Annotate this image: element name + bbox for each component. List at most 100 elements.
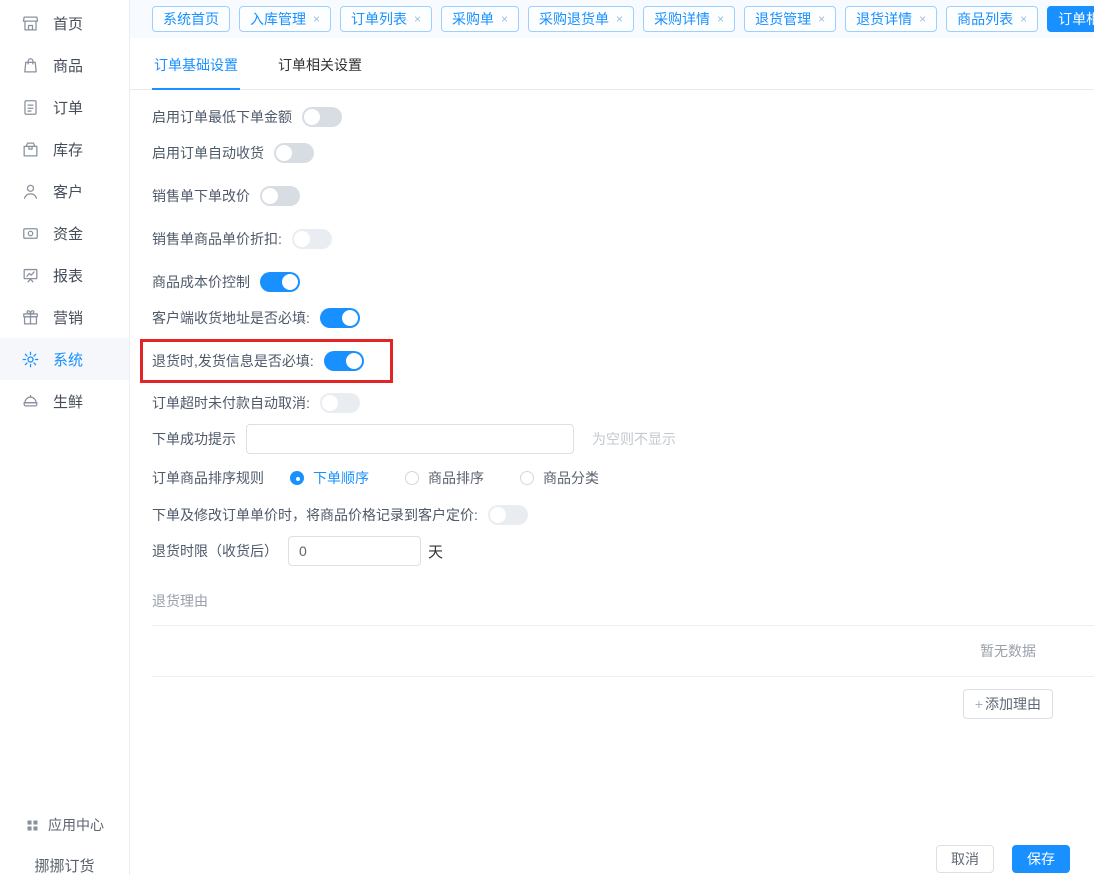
toggle-switch[interactable]: [292, 229, 332, 249]
add-reason-button[interactable]: + 添加理由: [963, 689, 1053, 719]
radio-option[interactable]: 商品分类: [520, 468, 599, 488]
sidebar-item-funds[interactable]: 资金: [0, 212, 129, 254]
setting-label: 退货时限（收货后）: [152, 541, 278, 561]
storefront-icon: [21, 14, 40, 33]
setting-label: 订单超时未付款自动取消:: [152, 393, 310, 413]
toggle-switch[interactable]: [488, 505, 528, 525]
top-tab[interactable]: 商品列表 ×: [946, 6, 1038, 32]
top-tab[interactable]: 系统首页: [152, 6, 230, 32]
close-icon[interactable]: ×: [717, 13, 724, 25]
sidebar-item-reports[interactable]: 报表: [0, 254, 129, 296]
top-tab-label: 订单列表: [351, 9, 407, 29]
top-tab[interactable]: 采购退货单 ×: [528, 6, 634, 32]
settings-form: 启用订单最低下单金额启用订单自动收货销售单下单改价销售单商品单价折扣:商品成本价…: [130, 90, 1094, 566]
return-reason-title: 退货理由: [152, 591, 1094, 611]
top-tab-label: 入库管理: [250, 9, 306, 29]
sub-tab[interactable]: 订单相关设置: [276, 55, 364, 90]
sub-tab[interactable]: 订单基础设置: [152, 55, 240, 90]
top-tab-label: 系统首页: [163, 9, 219, 29]
package-icon: [21, 140, 40, 159]
setting-label: 下单成功提示: [152, 429, 236, 449]
close-icon[interactable]: ×: [919, 13, 926, 25]
top-tab[interactable]: 订单列表 ×: [340, 6, 432, 32]
radio-option[interactable]: 商品排序: [405, 468, 484, 488]
sidebar-item-customers[interactable]: 客户: [0, 170, 129, 212]
radio-icon: [405, 471, 419, 485]
toggle-switch[interactable]: [320, 393, 360, 413]
form-actions: 取消 保存: [936, 845, 1070, 873]
main-panel: 订单基础设置 订单相关设置 启用订单最低下单金额启用订单自动收货销售单下单改价销售…: [130, 38, 1094, 875]
top-tab-label: 采购退货单: [539, 9, 609, 29]
top-tab[interactable]: 订单相关×: [1047, 6, 1094, 32]
setting-label: 订单商品排序规则: [152, 468, 264, 488]
sort-rule-row: 订单商品排序规则 下单顺序 商品排序 商品分类: [152, 468, 1094, 488]
toggle-switch[interactable]: [260, 272, 300, 292]
sidebar-item-fresh[interactable]: 生鲜: [0, 380, 129, 422]
top-tab-bar: 系统首页入库管理×订单列表×采购单×采购退货单×采购详情×退货管理×退货详情×商…: [130, 0, 1094, 38]
sidebar-item-label: 资金: [53, 223, 83, 244]
bag-icon: [21, 56, 40, 75]
close-icon[interactable]: ×: [501, 13, 508, 25]
unit-label: 天: [428, 541, 443, 562]
radio-label: 商品排序: [428, 468, 484, 488]
close-icon[interactable]: ×: [616, 13, 623, 25]
toggle-switch[interactable]: [274, 143, 314, 163]
record-customer-price-row: 下单及修改订单单价时，将商品价格记录到客户定价:: [152, 505, 1094, 525]
money-icon: [21, 224, 40, 243]
top-tab[interactable]: 退货详情 ×: [845, 6, 937, 32]
setting-toggle-row: 退货时,发货信息是否必填:: [152, 351, 364, 371]
return-reason-table: 暂无数据: [152, 625, 1094, 677]
return-time-limit-input[interactable]: [288, 536, 421, 566]
sidebar-item-label: 库存: [53, 139, 83, 160]
toggle-switch[interactable]: [302, 107, 342, 127]
radio-label: 下单顺序: [313, 468, 369, 488]
top-tab[interactable]: 采购详情 ×: [643, 6, 735, 32]
setting-label: 销售单下单改价: [152, 186, 250, 206]
sidebar-item-orders[interactable]: 订单: [0, 86, 129, 128]
sidebar-item-system[interactable]: 系统: [0, 338, 129, 380]
top-tab-label: 采购详情: [654, 9, 710, 29]
gear-icon: [21, 350, 40, 369]
setting-label: 启用订单自动收货: [152, 143, 264, 163]
sidebar-item-label: 系统: [53, 349, 83, 370]
toggle-switch[interactable]: [260, 186, 300, 206]
highlight-red-box: 退货时,发货信息是否必填:: [140, 339, 393, 383]
setting-toggle-row: 启用订单最低下单金额: [152, 107, 1094, 127]
sidebar-nav: 首页商品订单库存客户资金报表营销系统生鲜: [0, 0, 129, 422]
report-chart-icon: [21, 266, 40, 285]
top-tab[interactable]: 入库管理 ×: [239, 6, 331, 32]
close-icon[interactable]: ×: [818, 13, 825, 25]
cancel-button[interactable]: 取消: [936, 845, 994, 873]
toggle-switch[interactable]: [324, 351, 364, 371]
top-tab[interactable]: 采购单×: [441, 6, 519, 32]
order-success-tip-input[interactable]: [246, 424, 574, 454]
sidebar-item-home[interactable]: 首页: [0, 2, 129, 44]
sidebar-item-inventory[interactable]: 库存: [0, 128, 129, 170]
app-center-button[interactable]: 应用中心: [0, 815, 129, 835]
app-grid-icon: [25, 818, 40, 833]
radio-option[interactable]: 下单顺序: [290, 468, 369, 488]
setting-toggle-row: 订单超时未付款自动取消:: [152, 393, 1094, 413]
sidebar-item-label: 商品: [53, 55, 83, 76]
sidebar-item-label: 营销: [53, 307, 83, 328]
top-tab[interactable]: 退货管理×: [744, 6, 836, 32]
radio-icon: [290, 471, 304, 485]
top-tab-label: 商品列表: [957, 9, 1013, 29]
sidebar-item-label: 报表: [53, 265, 83, 286]
app-center-label: 应用中心: [48, 815, 104, 835]
setting-toggle-row: 客户端收货地址是否必填:: [152, 308, 1094, 328]
return-reason-section: 退货理由 暂无数据 + 添加理由: [130, 591, 1094, 719]
return-time-limit-row: 退货时限（收货后） 天: [152, 536, 1094, 566]
gift-icon: [21, 308, 40, 327]
top-tab-label: 订单相关: [1058, 9, 1094, 29]
close-icon[interactable]: ×: [313, 13, 320, 25]
settings-tab-bar: 订单基础设置 订单相关设置: [130, 38, 1094, 90]
toggle-switch[interactable]: [320, 308, 360, 328]
close-icon[interactable]: ×: [414, 13, 421, 25]
save-button[interactable]: 保存: [1012, 845, 1070, 873]
top-tab-label: 退货详情: [856, 9, 912, 29]
brand-name: 挪挪订货: [0, 855, 129, 875]
sidebar-item-goods[interactable]: 商品: [0, 44, 129, 86]
close-icon[interactable]: ×: [1020, 13, 1027, 25]
sidebar-item-marketing[interactable]: 营销: [0, 296, 129, 338]
